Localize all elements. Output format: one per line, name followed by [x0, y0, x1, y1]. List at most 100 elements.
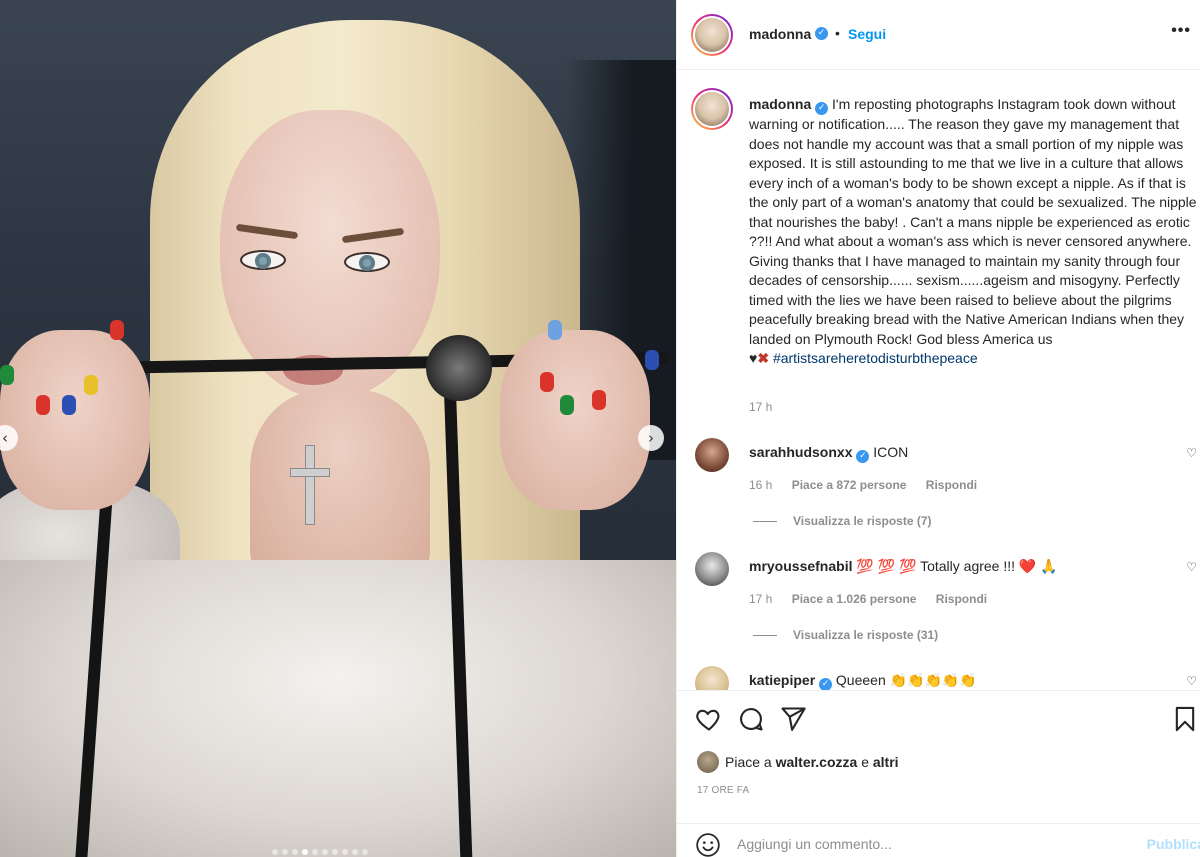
view-replies-label: Visualizza le risposte (31) [793, 628, 939, 642]
add-comment-bar: Pubblica [677, 823, 1200, 857]
carousel-dot [362, 849, 368, 855]
photo-cross-horizontal [290, 468, 330, 477]
carousel-next-button[interactable]: › [638, 425, 664, 451]
likes-prefix: Piace a [725, 754, 772, 770]
verified-badge-icon: ✓ [815, 102, 829, 115]
commenter-avatar[interactable] [695, 552, 729, 586]
comment-like-icon[interactable]: ♡ [1186, 560, 1197, 574]
reply-button[interactable]: Rispondi [926, 478, 977, 492]
carousel-dot [302, 849, 308, 855]
liker-username[interactable]: walter.cozza [776, 754, 858, 770]
share-send-icon[interactable] [779, 705, 807, 733]
comment-text: Totally agree !!! [920, 558, 1016, 574]
carousel-dot [292, 849, 298, 855]
comment-bubble-icon[interactable] [737, 705, 765, 733]
photo-nail [560, 395, 574, 415]
carousel-dot [342, 849, 348, 855]
caption-hashtag[interactable]: #artistsareheretodisturbthepeace [773, 350, 978, 366]
comment-emoji-suffix: ❤️ 🙏 [1018, 558, 1058, 574]
carousel-indicator [272, 849, 368, 855]
post-timestamp[interactable]: 17 ORE FA [697, 785, 749, 796]
view-replies-button[interactable]: Visualizza le risposte (31) [753, 628, 938, 642]
photo-nail [592, 390, 606, 410]
comment-username[interactable]: sarahhudsonxx [749, 444, 852, 460]
comment-time[interactable]: 17 h [749, 592, 772, 606]
photo-nail [645, 350, 659, 370]
publish-button[interactable]: Pubblica [1147, 836, 1200, 852]
post-sidebar: madonna ✓ • Segui ••• madonna ✓ I'm repo… [676, 0, 1200, 857]
cross-emoji: ✖ [757, 350, 770, 366]
comment-line: sarahhudsonxx ✓ ICON [749, 444, 908, 463]
follow-button[interactable]: Segui [848, 26, 886, 42]
commenter-avatar[interactable] [695, 666, 729, 690]
replies-divider [753, 635, 777, 637]
view-replies-button[interactable]: Visualizza le risposte (7) [753, 514, 932, 528]
photo-eye-left [240, 250, 286, 270]
view-replies-label: Visualizza le risposte (7) [793, 514, 932, 528]
comment-line: katiepiper ✓ Queeen 👏👏👏👏👏 [749, 672, 977, 690]
author-avatar[interactable] [691, 14, 733, 56]
reply-button[interactable]: Rispondi [936, 592, 987, 606]
comment-likes-count[interactable]: Piace a 872 persone [792, 478, 907, 492]
post-photo[interactable]: ‹ › [0, 0, 676, 857]
comment-item: katiepiper ✓ Queeen 👏👏👏👏👏 ♡ [677, 666, 1200, 690]
photo-cross-vertical [305, 445, 315, 525]
photo-nail [36, 395, 50, 415]
carousel-dot [282, 849, 288, 855]
post-header: madonna ✓ • Segui ••• [677, 0, 1200, 70]
carousel-dot [352, 849, 358, 855]
likes-summary[interactable]: Piace a walter.cozza e altri [697, 750, 899, 774]
photo-finial-right [426, 335, 492, 401]
comment-text: Queeen [835, 672, 886, 688]
carousel-dot [332, 849, 338, 855]
replies-divider [753, 521, 777, 523]
comment-like-icon[interactable]: ♡ [1186, 674, 1197, 688]
verified-badge-icon: ✓ [819, 678, 833, 690]
photo-nail [540, 372, 554, 392]
caption-author-avatar[interactable] [691, 88, 733, 130]
comment-emoji-suffix: 👏👏👏👏👏 [889, 672, 977, 688]
comment-time[interactable]: 16 h [749, 478, 772, 492]
comment-username[interactable]: mryoussefnabil [749, 558, 852, 574]
comment-username[interactable]: katiepiper [749, 672, 815, 688]
photo-hand-right [500, 330, 650, 510]
comment-meta: 17 h Piace a 1.026 persone Rispondi [749, 592, 1003, 606]
comment-input[interactable] [737, 836, 1117, 852]
comment-emoji-prefix: 💯 💯 💯 [856, 558, 917, 574]
photo-nail [62, 395, 76, 415]
photo-nail [548, 320, 562, 340]
photo-eye-right [344, 252, 390, 272]
comment-likes-count[interactable]: Piace a 1.026 persone [792, 592, 917, 606]
author-username[interactable]: madonna [749, 26, 811, 42]
caption-timestamp[interactable]: 17 h [749, 400, 772, 414]
action-bar [677, 690, 1200, 750]
carousel-dot [272, 849, 278, 855]
header-separator: • [835, 25, 840, 41]
verified-badge-icon: ✓ [815, 27, 828, 40]
photo-nail [0, 365, 14, 385]
caption-author-username[interactable]: madonna [749, 96, 811, 112]
more-options-icon[interactable]: ••• [1171, 22, 1191, 40]
comment-like-icon[interactable]: ♡ [1186, 446, 1197, 460]
comment-text: ICON [873, 444, 909, 460]
photo-nail [110, 320, 124, 340]
like-heart-icon[interactable] [695, 705, 723, 733]
commenter-avatar[interactable] [695, 438, 729, 472]
comments-list[interactable]: madonna ✓ I'm reposting photographs Inst… [677, 70, 1200, 690]
comment-meta: 16 h Piace a 872 persone Rispondi [749, 478, 993, 492]
comment-line: mryoussefnabil 💯 💯 💯 Totally agree !!! ❤… [749, 558, 1058, 575]
carousel-dot [322, 849, 328, 855]
save-bookmark-icon[interactable] [1171, 705, 1199, 733]
likes-others[interactable]: altri [873, 754, 899, 770]
likes-middle: e [861, 754, 869, 770]
photo-hand-left [0, 330, 150, 510]
liker-avatar[interactable] [697, 751, 719, 773]
verified-badge-icon: ✓ [856, 450, 870, 463]
caption-body: I'm reposting photographs Instagram took… [749, 96, 1197, 347]
likes-text: Piace a walter.cozza e altri [725, 754, 899, 770]
emoji-picker-icon[interactable] [695, 832, 721, 857]
caption-text: madonna ✓ I'm reposting photographs Inst… [749, 95, 1197, 369]
photo-nail [84, 375, 98, 395]
comment-item: sarahhudsonxx ✓ ICON 16 h Piace a 872 pe… [677, 438, 1200, 548]
carousel-dot [312, 849, 318, 855]
